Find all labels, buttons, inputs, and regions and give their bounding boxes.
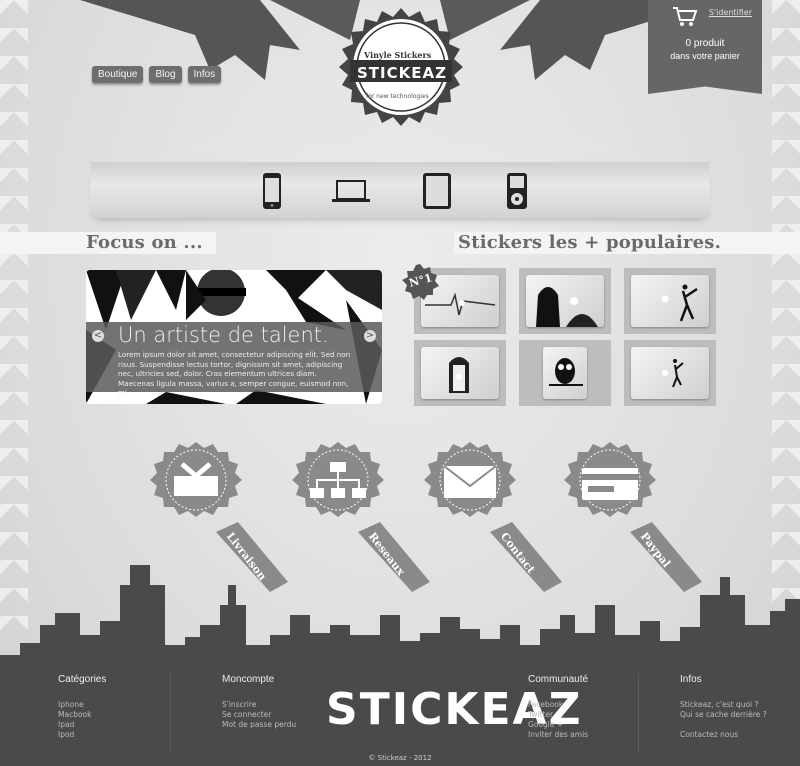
- copyright: © Stickeaz - 2012: [368, 754, 432, 762]
- door-icon: [449, 357, 469, 393]
- phone-icon[interactable]: [262, 172, 282, 210]
- sticker-owl[interactable]: [519, 340, 611, 406]
- sticker-dancer[interactable]: [624, 340, 716, 406]
- footer-link-contact[interactable]: Contactez nous: [680, 730, 767, 740]
- footer-link-lost-password[interactable]: Mot de passe perdu: [222, 720, 296, 730]
- slider-prev-button[interactable]: <: [92, 330, 104, 342]
- slide-title: Un artiste de talent.: [118, 323, 329, 347]
- banksy-icon: [661, 284, 698, 322]
- footer-link-macbook[interactable]: Macbook: [58, 710, 106, 720]
- sticker-door[interactable]: [414, 340, 506, 406]
- slider-caption: < > Un artiste de talent. Lorem ipsum do…: [86, 322, 382, 397]
- slide-body: Lorem ipsum dolor sit amet, consectetur …: [118, 350, 351, 398]
- footer-account: Moncompte S'inscrire Se connecter Mot de…: [222, 674, 296, 730]
- footer-divider: [170, 674, 171, 754]
- logo-tagline: for new technologies: [366, 93, 429, 100]
- popular-title: Stickers les + populaires.: [458, 232, 722, 253]
- footer-link-ipad[interactable]: Ipad: [58, 720, 106, 730]
- city-skyline: [0, 565, 800, 670]
- logo-top-text: Vinyle Stickers: [364, 50, 432, 60]
- cart-text: dans votre panier: [670, 51, 740, 61]
- focus-title: Focus on ...: [86, 232, 203, 253]
- top-nav: Boutique Blog Infos: [92, 66, 222, 83]
- footer-link-twitter[interactable]: Twitter: [528, 710, 588, 720]
- sticker-banksy[interactable]: [624, 268, 716, 334]
- footer-link-login[interactable]: Se connecter: [222, 710, 296, 720]
- footer-link-team[interactable]: Qui se cache derrière ?: [680, 710, 767, 720]
- device-bar: [90, 162, 710, 218]
- footer-spacer: [680, 720, 767, 730]
- footer-account-title: Moncompte: [222, 674, 275, 685]
- footer-community-title: Communauté: [528, 674, 589, 685]
- footer-categories: Catégories Iphone Macbook Ipad Ipod: [58, 674, 106, 740]
- footer-infos: Infos Stickeaz, c'est quoi ? Qui se cach…: [680, 674, 767, 740]
- vader-icon: [536, 287, 598, 327]
- footer-link-signup[interactable]: S'inscrire: [222, 700, 296, 710]
- footer-link-ipod[interactable]: Ipod: [58, 730, 106, 740]
- nav-blog[interactable]: Blog: [149, 66, 182, 83]
- footer-link-about[interactable]: Stickeaz, c'est quoi ?: [680, 700, 767, 710]
- laptop-icon[interactable]: [332, 180, 370, 204]
- footer-link-iphone[interactable]: Iphone: [58, 700, 106, 710]
- zigzag-left-edge: [0, 0, 28, 640]
- zigzag-right-edge: [772, 0, 800, 640]
- dancer-icon: [662, 359, 684, 388]
- footer-link-facebook[interactable]: Facebook: [528, 700, 588, 710]
- nav-infos[interactable]: Infos: [187, 66, 222, 83]
- footer-community: Communauté Facebook Twitter Google + Inv…: [528, 674, 588, 740]
- logo[interactable]: Vinyle Stickers STICKEAZ for new technol…: [336, 8, 466, 138]
- login-link[interactable]: S'identifier: [709, 8, 752, 17]
- footer-link-invite[interactable]: Inviter des amis: [528, 730, 588, 740]
- owl-icon: [549, 358, 583, 386]
- ipod-icon[interactable]: [506, 172, 528, 210]
- footer-link-google[interactable]: Google +: [528, 720, 588, 730]
- footer: Catégories Iphone Macbook Ipad Ipod Monc…: [0, 666, 800, 766]
- footer-categories-title: Catégories: [58, 674, 107, 685]
- logo-name: STICKEAZ: [357, 64, 447, 82]
- footer-infos-title: Infos: [680, 674, 702, 685]
- cart-icon: [673, 7, 698, 26]
- cart-panel[interactable]: S'identifier 0 produit dans votre panier: [648, 0, 762, 94]
- cart-count: 0 produit: [685, 38, 725, 49]
- tablet-icon[interactable]: [422, 172, 452, 210]
- slider-next-button[interactable]: >: [364, 330, 376, 342]
- sticker-vader[interactable]: [519, 268, 611, 334]
- top-one-badge: N°1: [400, 262, 440, 306]
- footer-divider: [638, 674, 639, 754]
- nav-boutique[interactable]: Boutique: [92, 66, 144, 83]
- focus-slider[interactable]: < > Un artiste de talent. Lorem ipsum do…: [86, 270, 382, 404]
